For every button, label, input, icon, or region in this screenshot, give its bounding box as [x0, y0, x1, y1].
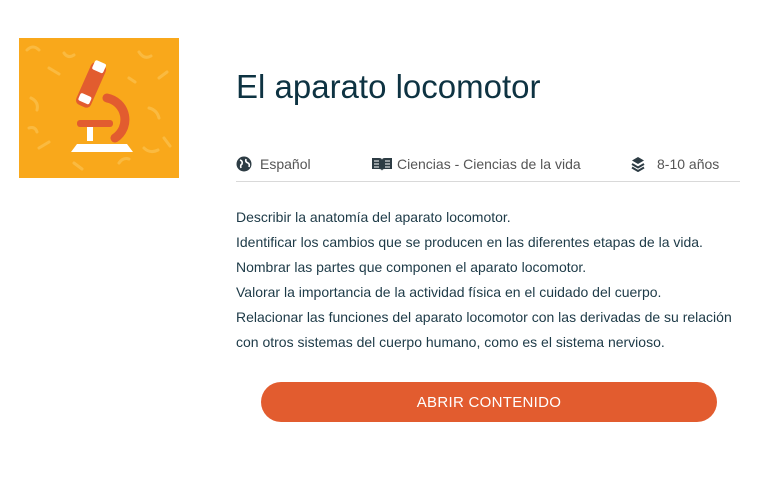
- open-content-button[interactable]: ABRIR CONTENIDO: [261, 382, 717, 422]
- resource-thumbnail: [19, 38, 179, 178]
- objective-item: Nombrar las partes que componen el apara…: [236, 259, 587, 275]
- globe-icon: [236, 156, 252, 172]
- resource-title: El aparato locomotor: [236, 68, 541, 105]
- objective-item: Identificar los cambios que se producen …: [236, 234, 703, 250]
- layers-icon: [631, 157, 645, 172]
- objective-item: Valorar la importancia de la actividad f…: [236, 284, 662, 300]
- meta-subject: Ciencias - Ciencias de la vida: [371, 156, 581, 172]
- meta-age: 8-10 años: [631, 156, 719, 172]
- objectives-list: Describir la anatomía del aparato locomo…: [236, 205, 746, 355]
- objective-item: Relacionar las funciones del aparato loc…: [236, 309, 732, 325]
- objective-item: con otros sistemas del cuerpo humano, co…: [236, 334, 665, 350]
- open-book-icon: [372, 158, 392, 171]
- microscope-icon: [25, 45, 172, 171]
- meta-language: Español: [236, 156, 311, 172]
- meta-subject-label: Ciencias - Ciencias de la vida: [397, 156, 581, 172]
- meta-age-label: 8-10 años: [657, 156, 720, 172]
- objective-item: Describir la anatomía del aparato locomo…: [236, 209, 511, 225]
- resource-meta: Español Ciencias - Ciencias de la vida 8…: [236, 152, 740, 182]
- meta-language-label: Español: [260, 156, 311, 172]
